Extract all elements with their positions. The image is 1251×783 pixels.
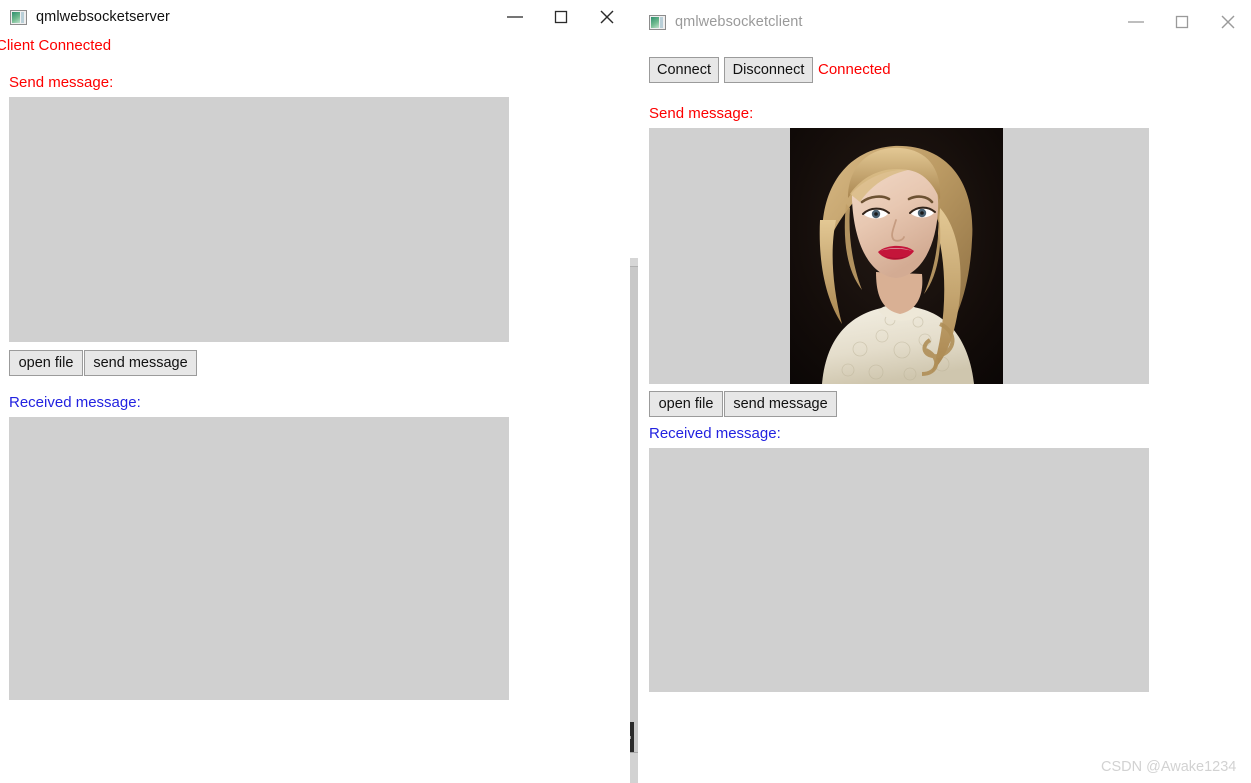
server-open-file-button[interactable]: open file (9, 350, 83, 376)
maximize-button[interactable] (538, 2, 584, 32)
close-icon (598, 8, 616, 26)
server-connection-status: Client Connected (0, 37, 112, 54)
server-app-body: Client Connected Send message: open file… (0, 34, 630, 783)
client-app-body: Connect Disconnect Connected Send messag… (638, 44, 1251, 783)
client-connect-button[interactable]: Connect (649, 57, 719, 83)
desktop-screen: Fil Fil To - - - - - Dr qmlwebsocketserv… (0, 0, 1251, 783)
client-received-message-output[interactable] (649, 448, 1149, 692)
maximize-icon (553, 9, 569, 25)
maximize-icon (1174, 14, 1190, 30)
qt-app-icon (649, 14, 666, 30)
client-send-message-button[interactable]: send message (724, 391, 837, 417)
minimize-button[interactable] (492, 2, 538, 32)
client-connection-status: Connected (818, 61, 891, 78)
minimize-icon (504, 11, 526, 23)
client-disconnect-button[interactable]: Disconnect (724, 57, 813, 83)
client-window-controls (1113, 0, 1251, 44)
server-send-message-label: Send message: (9, 74, 114, 91)
close-icon (1219, 13, 1237, 31)
server-send-message-input[interactable] (9, 97, 509, 342)
server-received-message-output[interactable] (9, 417, 509, 700)
portrait-photo (790, 128, 1003, 384)
server-send-message-button[interactable]: send message (84, 350, 197, 376)
client-send-message-input[interactable] (649, 128, 1149, 384)
qmlwebsocketserver-window[interactable]: qmlwebsocketserver Client Connected Send… (0, 0, 630, 783)
server-titlebar[interactable]: qmlwebsocketserver (0, 0, 630, 34)
csdn-watermark: CSDN @Awake1234 (1101, 759, 1237, 775)
qt-app-icon (10, 9, 27, 25)
close-button[interactable] (1205, 7, 1251, 37)
server-window-controls (492, 0, 630, 34)
server-window-title: qmlwebsocketserver (36, 9, 170, 25)
client-received-message-label: Received message: (649, 425, 781, 442)
close-button[interactable] (584, 2, 630, 32)
qmlwebsocketclient-window[interactable]: qmlwebsocketclient Connect Disconnect Co… (638, 0, 1251, 783)
minimize-button[interactable] (1113, 7, 1159, 37)
minimize-icon (1125, 16, 1147, 28)
client-send-message-label: Send message: (649, 105, 754, 122)
client-open-file-button[interactable]: open file (649, 391, 723, 417)
attached-image-preview[interactable] (790, 128, 1003, 384)
maximize-button[interactable] (1159, 7, 1205, 37)
client-titlebar[interactable]: qmlwebsocketclient (638, 0, 1251, 44)
client-window-title: qmlwebsocketclient (675, 14, 803, 30)
server-received-message-label: Received message: (9, 394, 141, 411)
